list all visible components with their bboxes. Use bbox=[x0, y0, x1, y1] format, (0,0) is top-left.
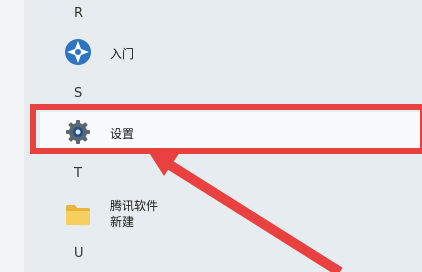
get-started-icon bbox=[65, 39, 91, 65]
group-header-u[interactable]: U bbox=[74, 246, 84, 261]
app-label-tencent-software: 腾讯软件 bbox=[110, 199, 159, 213]
app-label-new: 新建 bbox=[110, 215, 135, 229]
left-panel-edge bbox=[0, 0, 24, 272]
folder-icon bbox=[66, 205, 90, 225]
app-label-get-started: 入门 bbox=[110, 47, 135, 61]
group-header-r[interactable]: R bbox=[74, 6, 83, 21]
app-item-get-started[interactable]: 入门 bbox=[58, 33, 408, 71]
group-header-t[interactable]: T bbox=[74, 166, 82, 181]
highlight-box bbox=[30, 104, 422, 154]
app-item-tencent-folder[interactable]: 腾讯软件 新建 bbox=[58, 193, 408, 233]
group-header-s[interactable]: S bbox=[74, 86, 82, 101]
